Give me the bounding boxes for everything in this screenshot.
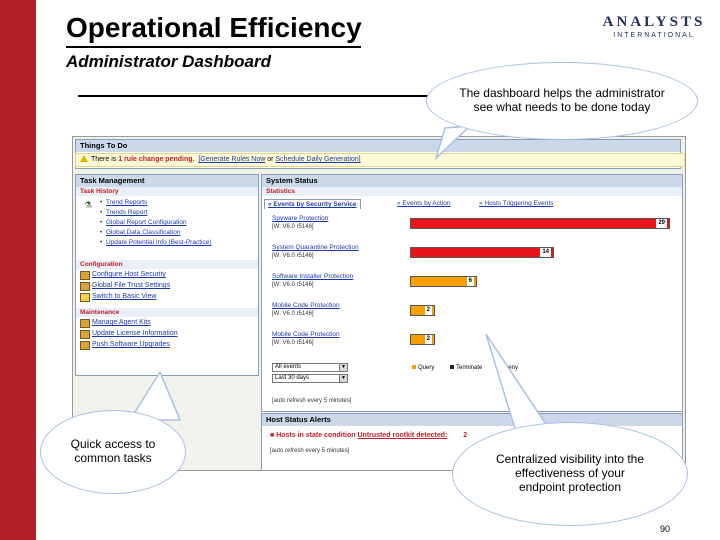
stats-auto-refresh: [auto refresh every 5 minutes] xyxy=(272,398,352,404)
warning-icon xyxy=(80,155,88,162)
chevron-down-icon: ▼ xyxy=(339,364,347,371)
service-version: [W: V6.0 r5146] xyxy=(272,282,314,288)
event-filter-select[interactable]: All events ▼ xyxy=(272,363,348,372)
decorative-rule xyxy=(78,95,433,97)
push-upgrades-item[interactable]: Push Software Upgrades xyxy=(76,339,258,350)
task-history-item[interactable]: Global Data Classification xyxy=(76,228,258,238)
accent-sidebar xyxy=(0,0,36,540)
task-history-label: Task History xyxy=(76,187,258,196)
alerts-auto-refresh: [auto refresh every 5 minutes] xyxy=(270,448,350,454)
task-history-item[interactable]: Global Report Configuration xyxy=(76,218,258,228)
generate-rules-link[interactable]: [Generate Rules Now xyxy=(198,156,265,163)
upgrade-icon xyxy=(80,341,90,350)
file-trust-settings-item[interactable]: Global File Trust Settings xyxy=(76,280,258,291)
untrusted-rootkit-link[interactable]: Untrusted rootkit detected: xyxy=(357,432,447,439)
license-icon xyxy=(80,330,90,339)
callout-centralized-visibility: Centralized visibility into the effectiv… xyxy=(452,422,688,526)
tab-hosts-triggering-events[interactable]: » Hosts Triggering Events xyxy=(476,199,556,208)
callout-quick-access: Quick access to common tasks xyxy=(40,410,186,494)
legend-swatch xyxy=(450,365,455,369)
service-event-count: 6 xyxy=(466,277,474,286)
service-event-count: 14 xyxy=(540,248,551,257)
service-version: [W: V6.0 r5146] xyxy=(272,340,314,346)
package-icon xyxy=(80,319,90,328)
service-name-link[interactable]: Software Installer Protection xyxy=(272,273,353,280)
service-event-bar[interactable]: 6 xyxy=(410,276,477,287)
service-version: [W: V6.0 r5146] xyxy=(272,224,314,230)
legend-item-query: Query xyxy=(412,365,434,371)
chart-legend: Query Terminate Deny xyxy=(412,365,518,371)
task-history-item[interactable]: Trend Reports xyxy=(76,198,258,208)
statistics-tabs: « Events by Security Service » Events by… xyxy=(264,199,682,209)
task-history-list: ⚗ Trend Reports Trends Report Global Rep… xyxy=(76,196,258,254)
callout-dashboard-purpose: The dashboard helps the administrator se… xyxy=(426,62,698,140)
service-event-bar[interactable]: 2 xyxy=(410,334,435,345)
slide-title: Operational Efficiency xyxy=(66,12,362,43)
service-name-link[interactable]: System Quarantine Protection xyxy=(272,244,359,251)
chevron-down-icon: ▼ xyxy=(339,375,347,382)
service-name-link[interactable]: Spyware Protection xyxy=(272,215,328,222)
legend-item-deny: Deny xyxy=(498,365,518,371)
alert-prefix: There is xyxy=(91,156,119,163)
alert-label: Hosts in state condition xyxy=(276,432,356,439)
task-management-header: Task Management xyxy=(76,175,258,187)
service-event-bar[interactable]: 29 xyxy=(410,218,670,229)
legend-swatch xyxy=(412,365,416,369)
tab-events-by-action[interactable]: » Events by Action xyxy=(394,199,453,208)
service-version: [W: V6.0 r5146] xyxy=(272,311,314,317)
system-status-header: System Status xyxy=(262,175,682,187)
manage-agent-kits-item[interactable]: Manage Agent Kits xyxy=(76,317,258,328)
configure-host-security-item[interactable]: Configure Host Security xyxy=(76,269,258,280)
days-filter-select[interactable]: Last 30 days ▼ xyxy=(272,374,348,383)
service-name-link[interactable]: Mobile Code Protection xyxy=(272,302,340,309)
system-status-panel: System Status Statistics « Events by Sec… xyxy=(261,174,683,412)
rootkit-alert-row: ■ Hosts in state condition Untrusted roo… xyxy=(270,432,467,439)
service-event-count: 2 xyxy=(424,335,432,344)
dashboard-screenshot: Things To Do There is 1 rule change pend… xyxy=(72,136,686,471)
title-underline xyxy=(66,46,361,48)
service-event-bar[interactable]: 2 xyxy=(410,305,435,316)
link-separator: or xyxy=(265,156,276,163)
alert-count: 1 rule change pending. xyxy=(118,156,195,163)
lightbulb-icon xyxy=(80,293,90,302)
service-event-bar[interactable]: 14 xyxy=(410,247,554,258)
switch-basic-view-item[interactable]: Switch to Basic View xyxy=(76,291,258,302)
task-history-item[interactable]: Trends Report xyxy=(76,208,258,218)
rootkit-alert-count: 2 xyxy=(463,432,468,439)
maintenance-label: Maintenance xyxy=(76,308,258,317)
logo-subtext: INTERNATIONAL xyxy=(613,32,695,39)
schedule-generation-link[interactable]: Schedule Daily Generation] xyxy=(275,156,360,163)
things-to-do-header: Things To Do xyxy=(76,140,680,152)
legend-swatch xyxy=(498,365,503,369)
page-number: 90 xyxy=(660,524,671,534)
service-event-count: 2 xyxy=(424,306,432,315)
settings-icon xyxy=(80,271,90,280)
legend-item-terminate: Terminate xyxy=(450,365,482,371)
task-management-panel: Task Management Task History ⚗ Trend Rep… xyxy=(75,174,259,376)
bullet-icon: ■ xyxy=(270,432,275,439)
task-history-item[interactable]: Update Potential Info (Best-Practice) xyxy=(76,238,258,248)
configuration-label: Configuration xyxy=(76,260,258,269)
pending-rule-alert: There is 1 rule change pending. [Generat… xyxy=(75,153,685,167)
service-event-count: 29 xyxy=(656,219,667,228)
host-alerts-header: Host Status Alerts xyxy=(262,414,682,426)
company-logo: ANALYSTS INTERNATIONAL xyxy=(600,14,708,39)
slide-subtitle: Administrator Dashboard xyxy=(66,52,271,71)
service-name-link[interactable]: Mobile Code Protection xyxy=(272,331,340,338)
file-icon xyxy=(80,282,90,291)
tab-events-by-security-service[interactable]: « Events by Security Service xyxy=(264,199,361,209)
statistics-label: Statistics xyxy=(262,187,682,196)
update-license-item[interactable]: Update License Information xyxy=(76,328,258,339)
logo-wordmark: ANALYSTS xyxy=(602,14,706,30)
service-version: [W: V6.0 r5146] xyxy=(272,253,314,259)
